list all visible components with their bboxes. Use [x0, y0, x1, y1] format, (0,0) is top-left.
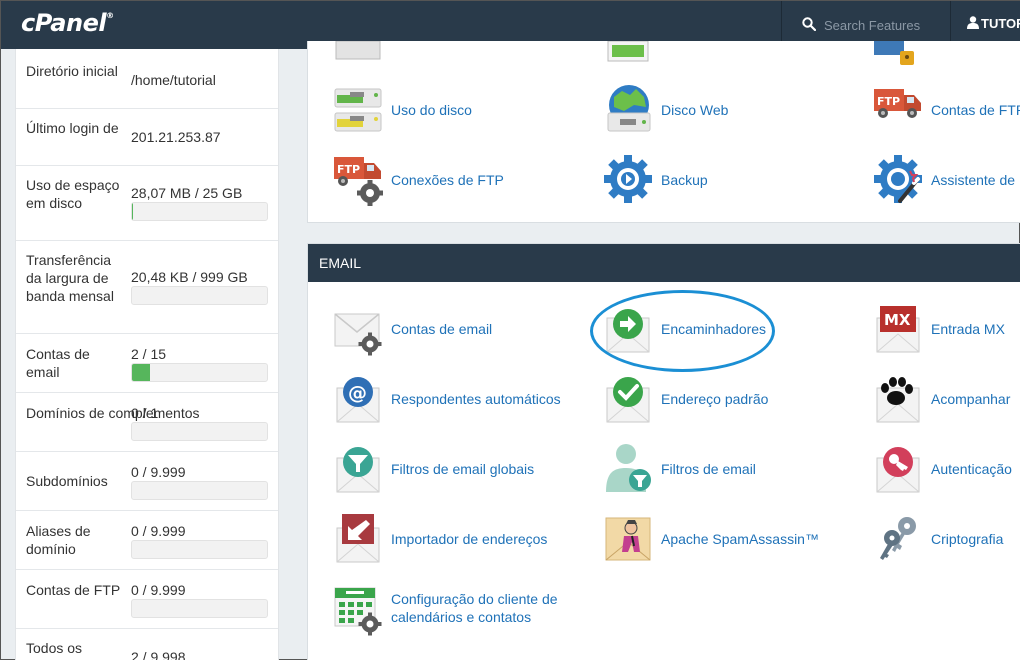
stat-value: 2 / 15 [131, 346, 167, 362]
feature-label: Contas de FTP [931, 102, 1020, 118]
feature-label: Disco Web [661, 102, 729, 118]
calendar-config-icon [334, 587, 382, 636]
stat-label: Subdomínios [26, 473, 108, 489]
directory-privacy-icon [874, 41, 914, 65]
svg-text:@: @ [348, 382, 367, 404]
file-manager-icon [335, 41, 381, 60]
disk-usage-icon [334, 88, 382, 132]
feature-label: Filtros de email [661, 461, 756, 477]
stat-bandwidth: Transferência da largura de banda mensal… [16, 241, 278, 334]
feature-label: Encaminhadores [661, 321, 767, 337]
user-menu[interactable]: TUTORIAL [967, 16, 1020, 34]
default-address-icon [606, 377, 650, 423]
forwarders-icon [606, 309, 650, 353]
svg-text:FTP: FTP [877, 95, 900, 108]
usage-bar [131, 599, 268, 618]
usage-bar [131, 286, 268, 305]
search-features-input[interactable] [824, 15, 944, 35]
usage-bar [131, 422, 268, 441]
feature-label: Respondentes automáticos [391, 391, 561, 407]
usage-bar [131, 481, 268, 500]
spamassassin-icon [605, 517, 651, 561]
email-accounts-icon [334, 313, 382, 356]
feature-label: Conexões de FTP [391, 172, 504, 188]
stat-value: 2 / 9.998 [131, 649, 186, 660]
feature-label: Endereço padrão [661, 391, 769, 407]
stat-subdomains: Subdomínios 0 / 9.999 [16, 452, 278, 511]
feature-label: Apache SpamAssassin™ [661, 531, 819, 547]
stat-value: /home/tutorial [131, 72, 216, 88]
stat-label: Aliases de domínio [26, 523, 91, 557]
stat-email-accounts: Contas de email 2 / 15 [16, 334, 278, 393]
authentication-icon [876, 447, 920, 493]
stat-value: 0 / 9.999 [131, 523, 186, 539]
track-delivery-icon [876, 377, 920, 423]
autoresponders-icon: @ [336, 377, 380, 423]
stats-panel: Diretório inicial /home/tutorial Último … [15, 49, 279, 660]
email-filters-icon [606, 444, 651, 492]
search-icon [802, 17, 816, 31]
feature-label: Backup [661, 172, 708, 188]
stat-value: 0 / 9.999 [131, 464, 186, 480]
feature-label: Filtros de email globais [391, 461, 535, 477]
user-icon [967, 16, 979, 29]
stat-value: 20,48 KB / 999 GB [131, 269, 248, 285]
usage-bar [131, 363, 268, 382]
stat-label: Domínios de complementos [26, 405, 200, 421]
user-name: TUTORIAL [981, 16, 1020, 31]
backup-icon [604, 155, 652, 203]
stat-disk-usage: Uso de espaço em disco 28,07 MB / 25 GB [16, 166, 278, 241]
stat-domain-aliases: Aliases de domínio 0 / 9.999 [16, 511, 278, 570]
stat-label: Diretório inicial [26, 63, 118, 79]
backup-wizard-icon [874, 155, 922, 203]
mx-entry-icon: MX [876, 306, 920, 353]
svg-text:MX: MX [884, 311, 911, 329]
stat-label: Último login de [26, 120, 119, 136]
feature-label: Entrada MX [931, 321, 1005, 337]
svg-text:FTP: FTP [337, 163, 360, 176]
images-icon [607, 41, 649, 62]
feature-label: Uso do disco [391, 102, 472, 118]
feature-label: Configuração do cliente de calendários e… [391, 591, 558, 625]
global-email-filters-icon [336, 447, 380, 493]
usage-bar [131, 202, 268, 221]
stat-value: 0 / 1 [131, 405, 159, 421]
email-section-header[interactable]: EMAIL [308, 244, 1020, 282]
stat-value: 28,07 MB / 25 GB [131, 185, 243, 201]
feature-label: Autenticação [931, 461, 1012, 477]
ftp-connections-icon: FTP [334, 157, 383, 206]
stat-value: 0 / 9.999 [131, 582, 186, 598]
stat-ftp-accounts: Contas de FTP 0 / 9.999 [16, 570, 278, 629]
feature-label: Criptografia [931, 531, 1004, 547]
feature-label: Assistente de [931, 172, 1016, 188]
address-importer-icon [336, 514, 380, 563]
stat-label: Todos os [26, 640, 83, 656]
files-section: Uso do disco Disco Web FTP Contas de FTP… [307, 41, 1020, 223]
stat-label: Contas de email [26, 346, 90, 380]
stat-label: Transferência da largura de banda mensal [26, 252, 114, 304]
feature-label: Contas de email [391, 321, 493, 337]
encryption-keys-icon [880, 517, 916, 560]
feature-label: Acompanhar [931, 391, 1011, 407]
web-disk-icon [607, 85, 651, 132]
stat-label: Contas de FTP [26, 582, 121, 598]
stat-label: Uso de espaço em disco [26, 177, 120, 211]
feature-label: Importador de endereços [391, 531, 548, 547]
cpanel-logo[interactable]: cPanel® [21, 9, 114, 37]
stat-last-login: Último login de 201.21.253.87 [16, 109, 278, 166]
stat-home-directory: Diretório inicial /home/tutorial [16, 49, 278, 109]
stat-value: 201.21.253.87 [131, 129, 221, 145]
stat-all: Todos os 2 / 9.998 [16, 629, 278, 660]
email-section: EMAIL Contas de email Encaminhadores MX … [307, 243, 1020, 660]
ftp-accounts-icon: FTP [874, 89, 921, 118]
usage-bar [131, 540, 268, 559]
stat-addon-domains: Domínios de complementos 0 / 1 [16, 393, 278, 452]
